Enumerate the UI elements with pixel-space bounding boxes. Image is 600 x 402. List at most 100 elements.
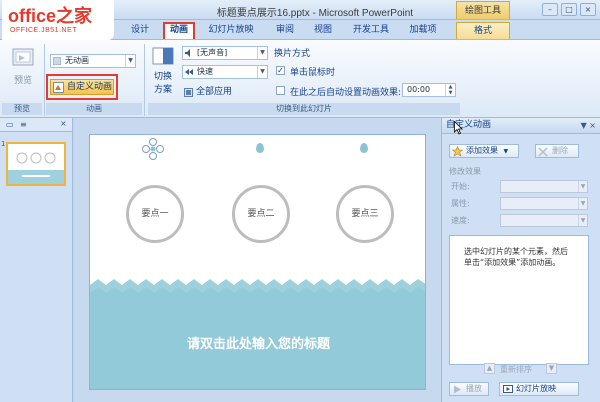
close-button[interactable]: × xyxy=(580,3,596,16)
sound-icon xyxy=(185,49,190,57)
move-up-icon[interactable]: ▲ xyxy=(484,363,495,374)
preview-icon xyxy=(12,48,34,66)
auto-after-time-input[interactable]: 00:00 ▲ ▼ xyxy=(402,83,456,97)
delete-button[interactable]: 删除 xyxy=(535,144,579,158)
auto-after-checkbox[interactable] xyxy=(276,86,285,95)
site-logo: office之家 OFFICE.JB51.NET xyxy=(2,0,114,40)
star-icon xyxy=(452,146,463,157)
outline-tab-icon[interactable]: ≡ xyxy=(20,120,27,129)
chevron-down-icon: ▼ xyxy=(257,66,267,78)
minimize-button[interactable]: – xyxy=(542,3,558,16)
custom-animation-icon xyxy=(53,82,64,93)
group-label-preview: 预览 xyxy=(2,103,42,115)
apply-to-all-label: 全部应用 xyxy=(196,87,233,97)
speed-icon xyxy=(185,69,193,75)
custom-animation-button[interactable]: 自定义动画 xyxy=(50,79,114,95)
preview-button[interactable]: 预览 xyxy=(6,46,40,94)
sound-select[interactable]: [无声音] ▼ xyxy=(182,46,268,60)
chevron-down-icon: ▼ xyxy=(578,181,587,192)
start-label: 开始: xyxy=(451,182,470,191)
slide-editing-area: 要点一 要点二 要点三 请双击此处输入您的标题 xyxy=(74,118,441,402)
speed-label: 速度: xyxy=(451,216,470,225)
slide-title-placeholder[interactable]: 请双击此处输入您的标题 xyxy=(90,333,425,352)
slides-tab-icon[interactable]: ▭ xyxy=(6,120,14,129)
start-select[interactable]: ▼ xyxy=(500,180,588,193)
delete-icon xyxy=(538,147,548,157)
slide-thumbnail[interactable] xyxy=(6,142,66,186)
slides-pane: ▭ ≡ × 1 xyxy=(0,118,73,402)
tab-developer[interactable]: 开发工具 xyxy=(346,22,396,39)
animation-list[interactable]: 选中幻灯片的某个元素，然后单击“添加效果”添加动画。 xyxy=(449,235,589,365)
effect-speed-select[interactable]: ▼ xyxy=(500,214,588,227)
group-divider xyxy=(44,44,45,116)
pane-options-icon[interactable]: ▼ × xyxy=(581,118,596,133)
sound-select-value: [无声音] xyxy=(197,48,228,57)
water-drop-icon xyxy=(360,143,368,153)
animation-select[interactable]: 无动画 ▼ xyxy=(50,54,136,68)
speed-select-value: 快速 xyxy=(197,67,213,76)
delete-label: 删除 xyxy=(552,146,568,155)
move-down-icon[interactable]: ▼ xyxy=(546,363,557,374)
custom-animation-highlight: 自定义动画 xyxy=(46,74,118,100)
point-circle-3[interactable]: 要点三 xyxy=(336,185,394,243)
speed-select[interactable]: 快速 ▼ xyxy=(182,65,268,79)
window-title: 标题要点展示16.pptx - Microsoft PowerPoint xyxy=(216,8,414,19)
auto-after-time-value: 00:00 xyxy=(407,85,431,94)
animation-select-value: 无动画 xyxy=(65,56,89,65)
slides-pane-tabs: ▭ ≡ × xyxy=(0,118,72,132)
close-icon[interactable]: × xyxy=(60,119,67,128)
on-mouse-click-label: 单击鼠标时 xyxy=(290,68,336,78)
slideshow-icon xyxy=(503,385,513,393)
apply-to-all-button[interactable]: 全部应用 xyxy=(182,85,268,99)
transition-scheme-button[interactable]: 切换 方案 xyxy=(148,46,178,106)
group-label-transition: 切换到此幻灯片 xyxy=(148,103,460,115)
logo-main-text: office之家 xyxy=(8,6,93,26)
drawing-tools-contextual-tab[interactable]: 绘图工具 xyxy=(456,1,510,19)
water-drop-icon xyxy=(256,143,264,153)
group-divider xyxy=(144,44,145,116)
tab-design[interactable]: 设计 xyxy=(122,22,158,39)
animation-icon xyxy=(53,57,61,65)
point-circle-1[interactable]: 要点一 xyxy=(126,185,184,243)
slideshow-button[interactable]: 幻灯片放映 xyxy=(499,382,579,396)
tab-format[interactable]: 格式 xyxy=(456,22,510,39)
slide-number: 1 xyxy=(1,140,6,148)
on-mouse-click-checkbox[interactable]: ✓ xyxy=(276,66,285,75)
animation-list-hint: 选中幻灯片的某个元素，然后单击“添加效果”添加动画。 xyxy=(464,247,568,267)
maximize-button[interactable]: □ xyxy=(561,3,577,16)
tab-view[interactable]: 视图 xyxy=(306,22,340,39)
transition-scheme-label-1: 切换 xyxy=(153,72,172,82)
chevron-down-icon: ▼ xyxy=(578,215,587,226)
transition-scheme-label-2: 方案 xyxy=(153,85,172,95)
preview-label: 预览 xyxy=(13,76,32,86)
logo-sub-text: OFFICE.JB51.NET xyxy=(10,27,78,34)
chevron-down-icon: ▼ xyxy=(257,47,267,59)
slideshow-label: 幻灯片放映 xyxy=(516,384,556,393)
custom-animation-pane-title: 自定义动画 xyxy=(446,120,492,130)
point-circle-2[interactable]: 要点二 xyxy=(232,185,290,243)
transition-scheme-icon xyxy=(152,47,174,65)
play-button[interactable]: 播放 xyxy=(449,382,489,396)
tab-addins[interactable]: 加载项 xyxy=(403,22,443,39)
custom-animation-pane-header: 自定义动画 ▼ × xyxy=(442,118,600,134)
chevron-down-icon: ▼ xyxy=(125,55,135,67)
custom-animation-pane: 自定义动画 ▼ × 添加效果 ▼ 删除 修改效果 开始: ▼ 属性: ▼ 速度:… xyxy=(441,118,600,402)
slide[interactable]: 要点一 要点二 要点三 请双击此处输入您的标题 xyxy=(89,134,426,390)
group-label-animation: 动画 xyxy=(46,103,142,115)
slide-thumbnail-preview xyxy=(8,144,64,184)
tab-slideshow[interactable]: 幻灯片放映 xyxy=(201,22,261,39)
advance-slide-title: 换片方式 xyxy=(274,49,311,59)
chevron-down-icon: ▼ xyxy=(578,198,587,209)
rotation-handle-icon[interactable] xyxy=(142,138,164,160)
apply-all-icon xyxy=(184,88,193,97)
add-effect-button[interactable]: 添加效果 ▼ xyxy=(449,144,519,158)
reorder-label: 重新排序 xyxy=(500,365,532,374)
ribbon: 预览 预览 无动画 ▼ 自定义动画 动画 切换 方案 [无声音] ▼ 快速 ▼ … xyxy=(0,39,600,118)
spinner-arrows-icon[interactable]: ▲ ▼ xyxy=(445,84,455,96)
property-select[interactable]: ▼ xyxy=(500,197,588,210)
tab-animation[interactable]: 动画 xyxy=(163,22,195,39)
play-label: 播放 xyxy=(466,384,482,393)
tab-review[interactable]: 审阅 xyxy=(268,22,302,39)
window-controls: – □ × xyxy=(542,3,596,16)
property-label: 属性: xyxy=(451,199,470,208)
